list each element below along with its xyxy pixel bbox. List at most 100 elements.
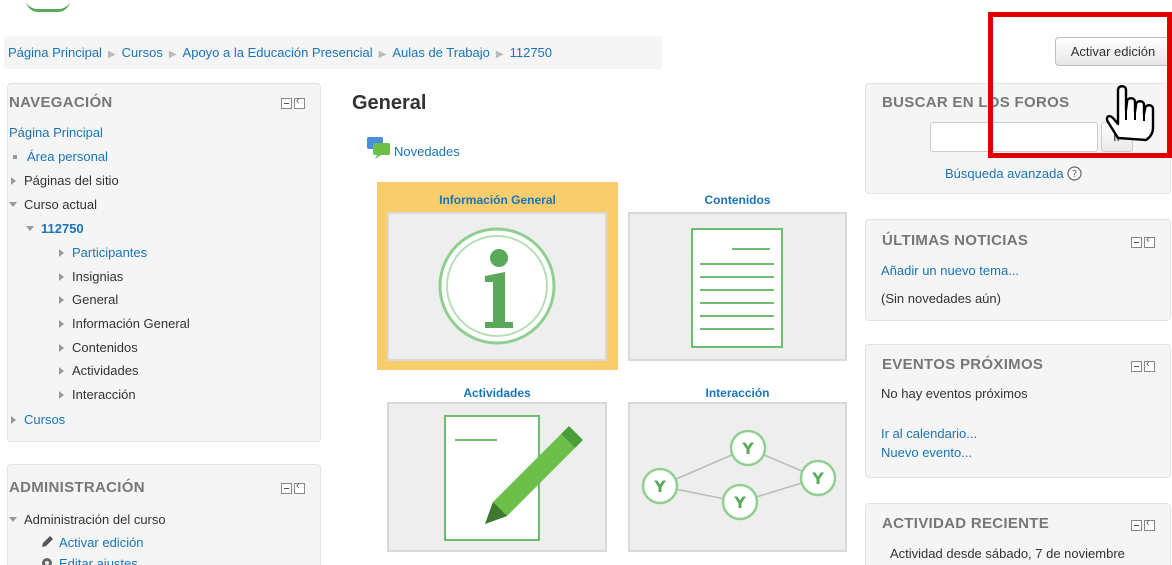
expand-arrow-icon [59, 344, 64, 352]
collapse-arrow-icon [9, 517, 17, 522]
tile-interaction-label[interactable]: Interacción [628, 386, 847, 400]
nav-badges[interactable]: Insignias [59, 269, 123, 284]
network-icon: Y Y Y Y [641, 429, 837, 521]
advanced-search-link[interactable]: Búsqueda avanzada ? [945, 166, 1082, 181]
nav-personal[interactable]: Área personal [27, 149, 108, 164]
breadcrumb-separator-icon: ▶ [168, 49, 177, 60]
admin-edit-settings-label[interactable]: Editar ajustes [59, 556, 138, 565]
breadcrumb-courses[interactable]: Cursos [122, 45, 163, 60]
help-icon[interactable]: ? [1067, 166, 1082, 181]
tile-activities-label[interactable]: Actividades [387, 386, 607, 400]
nav-course-code[interactable]: 112750 [26, 221, 84, 236]
gear-icon [42, 558, 52, 565]
minimize-icon[interactable] [281, 98, 292, 109]
nav-current-course[interactable]: Curso actual [9, 197, 97, 212]
tile-general-info[interactable] [387, 212, 607, 361]
dock-icon[interactable] [1144, 358, 1155, 372]
navigation-title: NAVEGACIÓN [9, 94, 113, 111]
recent-activity-title: ACTIVIDAD RECIENTE [882, 515, 1050, 532]
dock-icon[interactable] [294, 480, 305, 494]
tile-contents[interactable] [628, 212, 847, 361]
block-controls [281, 95, 307, 109]
nav-general-label: General [72, 292, 119, 307]
breadcrumb-course[interactable]: 112750 [510, 45, 552, 60]
svg-text:Y: Y [653, 477, 666, 496]
advanced-search-label[interactable]: Búsqueda avanzada [945, 166, 1064, 181]
nav-interaction[interactable]: Interacción [59, 387, 136, 402]
admin-edit-settings[interactable]: Editar ajustes [40, 556, 138, 565]
hand-pointer-icon [1105, 85, 1155, 142]
forum-icon [367, 137, 390, 159]
collapse-arrow-icon [9, 202, 17, 207]
nav-participants-label[interactable]: Participantes [72, 245, 147, 260]
tile-info-label[interactable]: Información General [377, 193, 618, 207]
dock-icon[interactable] [294, 95, 305, 109]
admin-course-admin[interactable]: Administración del curso [9, 512, 166, 527]
nav-activities[interactable]: Actividades [59, 363, 138, 378]
admin-course-admin-label: Administración del curso [24, 512, 166, 527]
tile-contents-label[interactable]: Contenidos [628, 193, 847, 207]
dock-icon[interactable] [1144, 517, 1155, 531]
nav-general[interactable]: General [59, 292, 118, 307]
breadcrumb: Página Principal ▶ Cursos ▶ Apoyo a la Educa… [4, 36, 662, 69]
nav-general-info[interactable]: Información General [59, 316, 190, 331]
expand-arrow-icon [59, 391, 64, 399]
expand-arrow-icon [11, 177, 16, 185]
nav-contents-label: Contenidos [72, 340, 138, 355]
expand-arrow-icon [59, 320, 64, 328]
breadcrumb-separator-icon: ▶ [378, 49, 387, 60]
nav-courses-label[interactable]: Cursos [24, 412, 65, 427]
section-title: General [352, 92, 427, 114]
admin-edit-toggle[interactable]: Activar edición [40, 534, 144, 550]
go-calendar-link[interactable]: Ir al calendario... [881, 426, 977, 441]
news-forum-link[interactable]: Novedades [366, 136, 460, 160]
document-icon [691, 228, 783, 348]
bullet-icon [13, 154, 17, 159]
nav-participants[interactable]: Participantes [59, 245, 147, 260]
minimize-icon[interactable] [1131, 520, 1142, 531]
nav-activities-label: Actividades [72, 363, 139, 378]
tile-activities[interactable] [387, 402, 607, 552]
info-icon [438, 227, 556, 345]
svg-text:Y: Y [733, 493, 746, 512]
minimize-icon[interactable] [281, 483, 292, 494]
tile-interaction[interactable]: Y Y Y Y [628, 402, 847, 552]
block-controls [1131, 234, 1157, 248]
site-logo[interactable] [26, 0, 70, 12]
svg-text:?: ? [1072, 169, 1077, 180]
pencil-paper-icon [444, 415, 583, 541]
breadcrumb-subcategory[interactable]: Aulas de Trabajo [392, 45, 490, 60]
nav-site-pages[interactable]: Páginas del sitio [11, 173, 119, 188]
dock-icon[interactable] [1144, 234, 1155, 248]
svg-text:Y: Y [811, 469, 824, 488]
add-topic-link[interactable]: Añadir un nuevo tema... [881, 263, 1019, 278]
minimize-icon[interactable] [1131, 237, 1142, 248]
block-controls [1131, 517, 1157, 531]
nav-contents[interactable]: Contenidos [59, 340, 138, 355]
latest-news-title: ÚLTIMAS NOTICIAS [882, 232, 1029, 249]
block-controls [1131, 358, 1157, 372]
nav-interaction-label: Interacción [72, 387, 136, 402]
pencil-icon [42, 536, 53, 547]
news-forum-label[interactable]: Novedades [394, 144, 460, 159]
admin-edit-toggle-label[interactable]: Activar edición [59, 535, 144, 550]
minimize-icon[interactable] [1131, 361, 1142, 372]
nav-course-code-label[interactable]: 112750 [41, 221, 84, 236]
no-news-text: (Sin novedades aún) [881, 291, 1001, 306]
breadcrumb-category[interactable]: Apoyo a la Educación Presencial [183, 45, 373, 60]
breadcrumb-home[interactable]: Página Principal [8, 45, 102, 60]
new-event-link[interactable]: Nuevo evento... [881, 445, 972, 460]
nav-courses[interactable]: Cursos [11, 412, 65, 427]
no-events-text: No hay eventos próximos [881, 386, 1028, 401]
breadcrumb-separator-icon: ▶ [107, 49, 116, 60]
block-controls [281, 480, 307, 494]
nav-general-info-label: Información General [72, 316, 190, 331]
upcoming-events-title: EVENTOS PRÓXIMOS [882, 356, 1044, 373]
nav-site-pages-label: Páginas del sitio [24, 173, 119, 188]
recent-activity-since: Actividad desde sábado, 7 de noviembre [890, 546, 1125, 561]
expand-arrow-icon [59, 249, 64, 257]
nav-home[interactable]: Página Principal [9, 125, 103, 140]
collapse-arrow-icon [26, 226, 34, 231]
nav-personal-item[interactable]: Área personal [11, 149, 108, 164]
expand-arrow-icon [59, 367, 64, 375]
